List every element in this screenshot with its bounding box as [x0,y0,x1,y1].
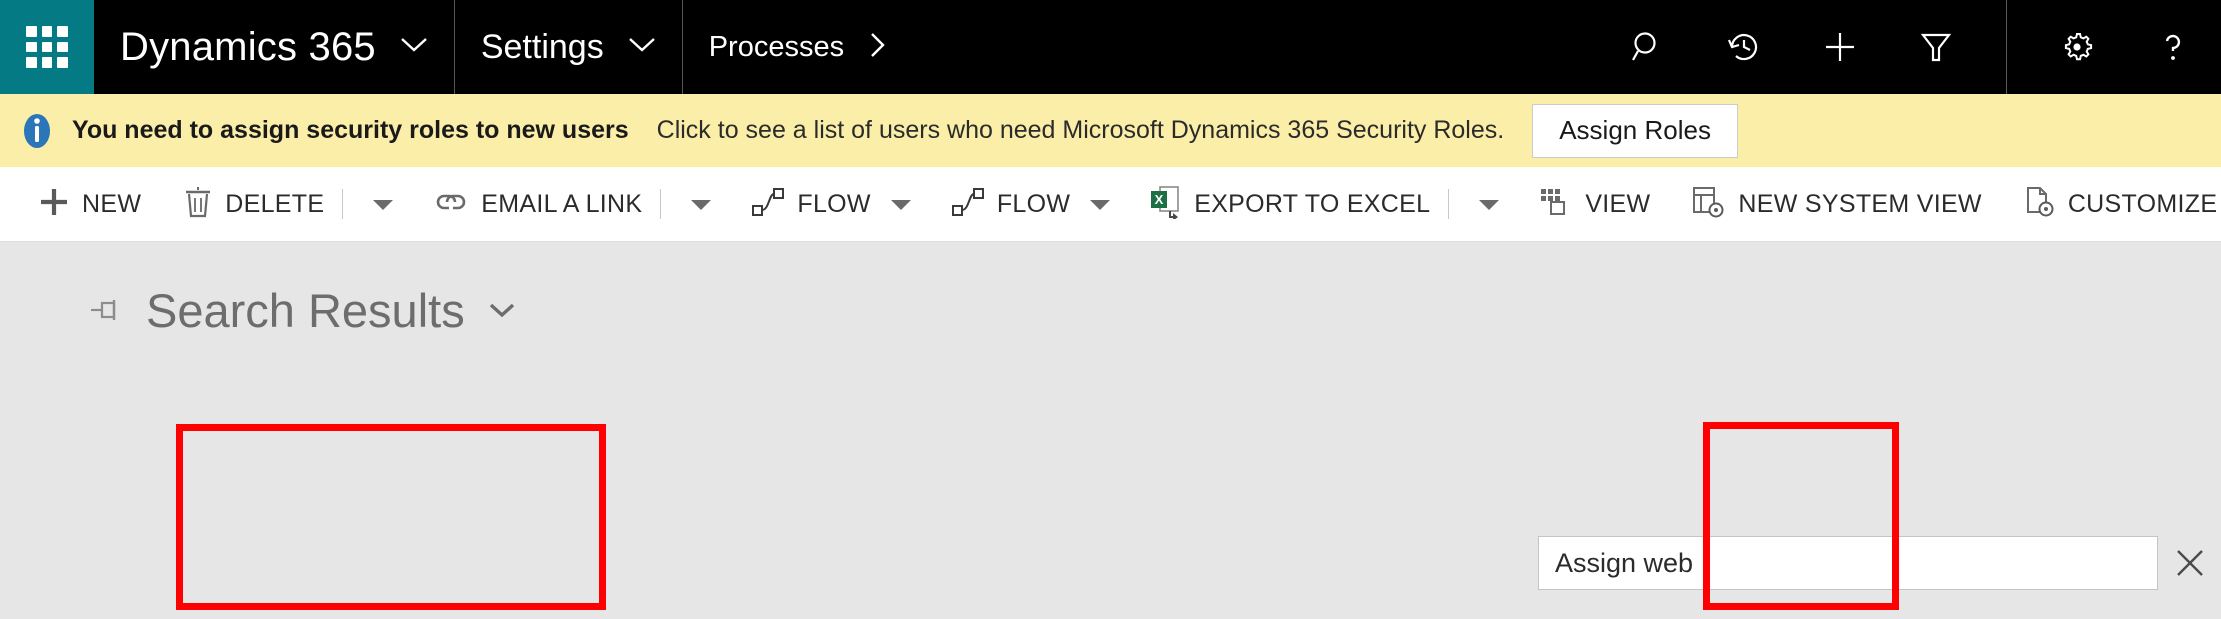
new-system-view-button[interactable]: NEW SYSTEM VIEW [1688,167,1985,242]
nav-entity-processes[interactable]: Processes [683,0,912,94]
notification-title: You need to assign security roles to new… [72,116,629,145]
flow-button-1-label: FLOW [797,190,870,219]
plus-icon [38,186,70,223]
search-input[interactable]: Assign web [1538,536,2158,590]
trash-icon [183,186,213,223]
flow-node-icon [951,187,985,222]
excel-icon: X [1150,185,1182,224]
delete-button[interactable]: DELETE [179,167,328,242]
help-question-icon[interactable] [2125,0,2221,94]
link-chain-icon [433,190,469,219]
search-input-value: Assign web [1555,548,1693,579]
settings-gear-icon[interactable] [2029,0,2125,94]
nav-entity-label: Processes [709,31,844,64]
info-icon [10,104,64,158]
flow-node-icon [751,187,785,222]
view-button[interactable]: VIEW [1535,167,1654,242]
flow-button-1[interactable]: FLOW [747,167,874,242]
email-a-link-dropdown-chevron-down-icon[interactable] [675,197,727,212]
view-selector-chevron-down-icon[interactable] [487,300,517,320]
app-launcher-waffle-icon[interactable] [0,0,94,94]
nav-divider [2006,0,2007,94]
new-system-view-icon [1692,186,1726,223]
chevron-right-icon[interactable] [868,31,886,64]
flow-button-2-label: FLOW [997,190,1070,219]
email-a-link-button-label: EMAIL A LINK [481,190,642,219]
delete-dropdown-chevron-down-icon[interactable] [357,197,409,212]
customize-entity-button[interactable]: CUSTOMIZE ENTITY [2020,167,2221,242]
flow-button-2[interactable]: FLOW [947,167,1074,242]
assign-roles-button[interactable]: Assign Roles [1532,104,1738,158]
top-navigation-bar: Dynamics 365 Settings Processes [0,0,2221,94]
export-to-excel-button-label: EXPORT TO EXCEL [1194,190,1430,219]
nav-area-label: Settings [481,28,604,67]
chevron-down-icon[interactable] [628,36,656,58]
brand-label: Dynamics 365 [120,25,376,70]
view-header: Search Results [0,260,2221,360]
new-button-label: NEW [82,190,141,219]
close-x-icon[interactable] [2158,536,2221,590]
brand-dynamics365[interactable]: Dynamics 365 [94,0,455,94]
email-a-link-button[interactable]: EMAIL A LINK [429,167,646,242]
quick-find-area: Assign web [1538,536,2221,590]
top-nav-icon-group [1600,0,2221,94]
new-system-view-button-label: NEW SYSTEM VIEW [1738,190,1981,219]
svg-text:X: X [1155,192,1164,207]
dynamics365-processes-screen: Dynamics 365 Settings Processes [0,0,2221,619]
pin-icon[interactable] [90,296,124,324]
nav-area-settings[interactable]: Settings [455,0,683,94]
advanced-find-filter-icon[interactable] [1888,0,1984,94]
waffle-grid [26,26,68,68]
recent-history-icon[interactable] [1696,0,1792,94]
new-button[interactable]: NEW [34,167,145,242]
content-area: Search Results Assign web Process Name [0,242,2221,619]
export-to-excel-dropdown-chevron-down-icon[interactable] [1463,197,1515,212]
view-button-label: VIEW [1585,190,1650,219]
page-title: Search Results [146,283,465,338]
delete-button-label: DELETE [225,190,324,219]
nav-spacer [912,0,1600,94]
notification-bar: You need to assign security roles to new… [0,94,2221,167]
notification-description: Click to see a list of users who need Mi… [657,116,1505,145]
quick-create-plus-icon[interactable] [1792,0,1888,94]
export-to-excel-button[interactable]: X EXPORT TO EXCEL [1146,167,1434,242]
customize-entity-icon [2024,186,2056,223]
view-grid-icon [1539,187,1573,222]
command-bar: NEW DELETE [0,167,2221,242]
search-icon[interactable] [1600,0,1696,94]
customize-entity-button-label: CUSTOMIZE ENTITY [2068,190,2221,219]
flow-1-dropdown-chevron-down-icon[interactable] [875,197,927,212]
chevron-down-icon[interactable] [400,36,428,58]
flow-2-dropdown-chevron-down-icon[interactable] [1074,197,1126,212]
